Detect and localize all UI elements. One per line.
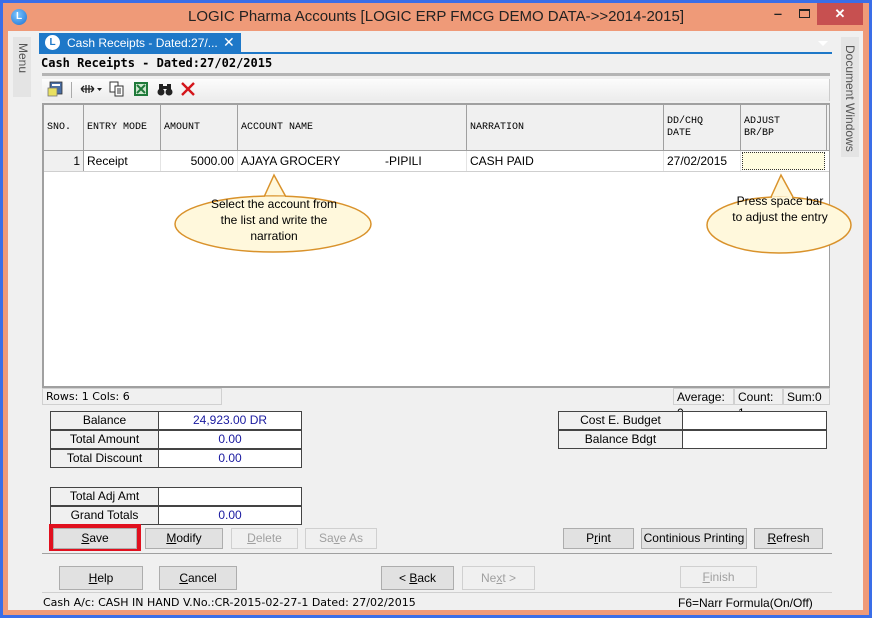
window-title: LOGIC Pharma Accounts [LOGIC ERP FMCG DE… <box>187 8 684 25</box>
balance-label: Balance <box>51 412 159 429</box>
status-sum: Sum:0 <box>783 388 830 405</box>
save-layout-icon[interactable] <box>46 81 64 99</box>
form-title: Cash Receipts - Dated:27/02/2015 <box>41 56 273 70</box>
footer-separator <box>42 592 832 593</box>
document-windows-label[interactable]: Document Windows <box>843 45 857 152</box>
cell-account-name[interactable]: AJAYA GROCERY <box>238 151 382 171</box>
refresh-button[interactable]: Refresh <box>754 528 823 549</box>
save-button[interactable]: Save <box>53 528 137 549</box>
grid-toolbar <box>42 79 830 101</box>
help-button[interactable]: Help <box>59 566 143 590</box>
balance-budget-value <box>683 431 826 448</box>
column-header-amount[interactable]: AMOUNT <box>161 105 238 151</box>
tab-underline <box>39 52 832 54</box>
continuous-printing-button[interactable]: Continious Printing <box>641 528 747 549</box>
tab-close-icon[interactable]: ✕ <box>223 34 235 51</box>
total-amount-value: 0.00 <box>159 431 301 448</box>
find-icon[interactable] <box>156 81 174 99</box>
minimize-button[interactable]: ‒ <box>765 3 791 25</box>
grid-header: SNO. ENTRY MODE AMOUNT ACCOUNT NAME NARR… <box>44 105 829 151</box>
cell-entry-mode[interactable]: Receipt <box>84 151 161 171</box>
column-header-account-name[interactable]: ACCOUNT NAME <box>238 105 467 151</box>
delete-button[interactable]: Delete <box>231 528 298 549</box>
next-button[interactable]: Next > <box>462 566 535 590</box>
status-count: Count: 1 <box>734 388 783 420</box>
tab-list-dropdown-icon[interactable] <box>818 41 828 46</box>
total-adj-amt-label: Total Adj Amt <box>51 488 159 505</box>
grid-rows-cols-status: Rows: 1 Cols: 6 <box>42 388 222 405</box>
menu-panel-label[interactable]: Menu <box>16 43 30 73</box>
title-separator <box>42 73 830 76</box>
voucher-status: Cash A/c: CASH IN HAND V.No.:CR-2015-02-… <box>43 596 416 609</box>
balance-value: 24,923.00 DR <box>159 412 301 429</box>
status-average: Average: 0 <box>673 388 734 420</box>
cell-account-suffix[interactable]: -PIPILI <box>382 151 467 171</box>
cost-budget-label: Cost E. Budget <box>559 412 683 429</box>
close-window-button[interactable]: ✕ <box>817 3 863 25</box>
tab-label: Cash Receipts - Dated:27/... <box>67 36 218 50</box>
grand-totals-value: 0.00 <box>159 507 301 524</box>
client-area: Menu Document Windows L Cash Receipts - … <box>8 31 863 610</box>
cell-adjust[interactable] <box>742 152 825 170</box>
cost-budget-field: Cost E. Budget <box>558 411 827 430</box>
total-adj-amt-value <box>159 488 301 505</box>
total-discount-field: Total Discount 0.00 <box>50 449 302 468</box>
column-header-adjust[interactable]: ADJUST BR/BP <box>741 105 827 151</box>
maximize-button[interactable] <box>791 3 817 25</box>
tab-logo-icon: L <box>45 35 60 50</box>
toolbar-separator <box>71 82 72 98</box>
cell-date[interactable]: 27/02/2015 <box>664 151 741 171</box>
print-button[interactable]: Print <box>563 528 634 549</box>
copy-icon[interactable] <box>108 81 126 99</box>
balance-field: Balance 24,923.00 DR <box>50 411 302 430</box>
delete-icon[interactable] <box>179 81 197 99</box>
column-header-entry-mode[interactable]: ENTRY MODE <box>84 105 161 151</box>
shortcut-hint: F6=Narr Formula(On/Off) <box>678 596 813 610</box>
cell-narration[interactable]: CASH PAID <box>467 151 664 171</box>
column-header-sno[interactable]: SNO. <box>44 105 84 151</box>
cancel-button[interactable]: Cancel <box>159 566 237 590</box>
column-header-date[interactable]: DD/CHQ DATE <box>664 105 741 151</box>
total-discount-value: 0.00 <box>159 450 301 467</box>
total-discount-label: Total Discount <box>51 450 159 467</box>
callout-adjust-text: Press space bar to adjust the entry <box>732 194 828 224</box>
title-bar: L LOGIC Pharma Accounts [LOGIC ERP FMCG … <box>3 3 869 31</box>
finish-button[interactable]: Finish <box>680 566 757 588</box>
column-header-narration[interactable]: NARRATION <box>467 105 664 151</box>
maximize-icon <box>798 9 810 18</box>
grand-totals-field: Grand Totals 0.00 <box>50 506 302 525</box>
total-amount-label: Total Amount <box>51 431 159 448</box>
button-separator <box>42 553 832 554</box>
back-button[interactable]: < Back <box>381 566 454 590</box>
balance-budget-field: Balance Bdgt <box>558 430 827 449</box>
modify-button[interactable]: Modify <box>145 528 223 549</box>
grand-totals-label: Grand Totals <box>51 507 159 524</box>
column-width-icon[interactable] <box>78 81 104 99</box>
save-as-button[interactable]: Save As <box>305 528 377 549</box>
total-amount-field: Total Amount 0.00 <box>50 430 302 449</box>
callout-account-text: Select the account from the list and wri… <box>210 197 338 243</box>
app-window: L LOGIC Pharma Accounts [LOGIC ERP FMCG … <box>3 3 869 615</box>
cost-budget-value <box>683 412 826 429</box>
total-adj-amt-field: Total Adj Amt <box>50 487 302 506</box>
cell-amount[interactable]: 5000.00 <box>161 151 238 171</box>
table-row[interactable]: 1 Receipt 5000.00 AJAYA GROCERY -PIPILI … <box>44 151 829 172</box>
cell-sno: 1 <box>44 151 84 171</box>
balance-budget-label: Balance Bdgt <box>559 431 683 448</box>
excel-export-icon[interactable] <box>132 81 150 99</box>
tab-cash-receipts[interactable]: L Cash Receipts - Dated:27/... ✕ <box>39 33 241 52</box>
